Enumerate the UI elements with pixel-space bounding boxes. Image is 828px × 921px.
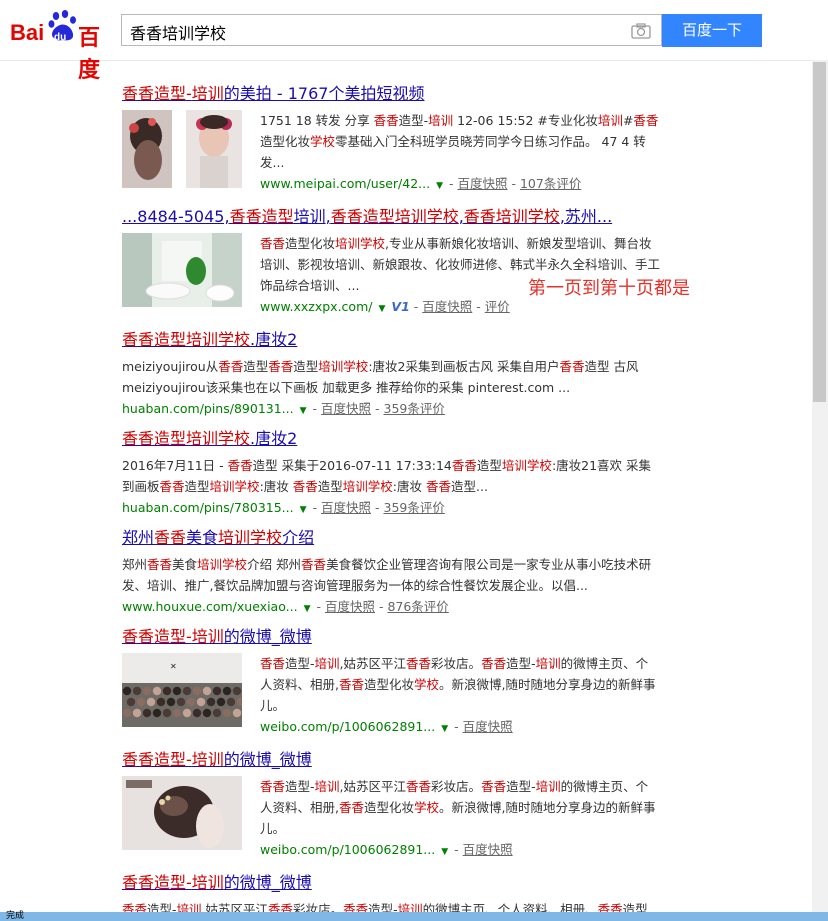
- result-abstract: 2016年7月11日 - 香香造型 采集于2016-07-11 17:33:14…: [122, 458, 652, 494]
- search-result: 香香造型-培训的微博_微博 香香造型-培训,姑苏区平江香香彩妆店。香香造型-培训的…: [122, 873, 682, 917]
- result-text: meiziyoujirou从香香造型香香造型培训学校:唐妆2采集到画板古风 采集…: [122, 356, 662, 422]
- result-url-line: huaban.com/pins/780315... ▼ - 百度快照 - 359条评…: [122, 497, 662, 521]
- search-input[interactable]: 香香培训学校: [130, 20, 226, 44]
- separator: -: [312, 401, 322, 416]
- result-url-line: weibo.com/p/1006062891... ▼ - 百度快照: [260, 716, 660, 740]
- separator: -: [371, 500, 384, 515]
- result-title-link[interactable]: 郑州香香美食培训学校介绍: [122, 528, 682, 548]
- separator: -: [374, 599, 388, 614]
- annotation-text: 第一页到第十页都是: [528, 278, 690, 299]
- snapshot-link[interactable]: 百度快照: [325, 599, 375, 614]
- logo-text: Bai: [10, 20, 45, 45]
- search-result: 郑州香香美食培训学校介绍郑州香香美食培训学校介绍 郑州香香美食餐饮企业管理咨询有…: [122, 528, 682, 614]
- snapshot-link[interactable]: 百度快照: [458, 176, 508, 191]
- snapshot-link[interactable]: 百度快照: [321, 500, 371, 515]
- search-result: 香香造型-培训的微博_微博 香香造型-培训,姑苏区平江香香彩妆店。香香造型-培训…: [122, 750, 682, 857]
- search-result: 香香造型培训学校.唐妆2 meiziyoujirou从香香造型香香造型培训学校:唐…: [122, 330, 682, 416]
- status-text: 完成: [6, 911, 25, 921]
- result-url-line: www.meipai.com/user/42... ▼ - 百度快照 - 107条评…: [260, 173, 660, 197]
- result-abstract: 香香造型-培训,姑苏区平江香香彩妆店。香香造型-培训的微博主页、个人资料、相册,…: [260, 656, 656, 713]
- result-url[interactable]: www.houxue.com/xuexiao...: [122, 599, 298, 614]
- result-title-link[interactable]: 香香造型培训学校.唐妆2: [122, 330, 682, 350]
- result-url-line: www.houxue.com/xuexiao... ▼ - 百度快照 - 876条评…: [122, 596, 662, 620]
- logo-text-cn: 百度: [78, 25, 101, 82]
- result-title-link[interactable]: 香香造型-培训的微博_微博: [122, 873, 682, 893]
- result-abstract: 香香造型-培训,姑苏区平江香香彩妆店。香香造型-培训的微博主页、个人资料、相册,…: [260, 779, 656, 836]
- reviews-link[interactable]: 359条评价: [384, 500, 445, 515]
- result-url[interactable]: weibo.com/p/1006062891...: [260, 719, 435, 734]
- dropdown-arrow-icon[interactable]: ▼: [441, 724, 448, 734]
- result-text: 1751 18 转发 分享 香香造型-培训 12-06 15:52 #专业化妆培…: [260, 110, 660, 197]
- header: Bai du 百度 香香培训学校 百度一下: [0, 0, 828, 82]
- separator: -: [454, 719, 463, 734]
- result-title-link[interactable]: 香香造型-培训的美拍 - 1767个美拍短视频: [122, 84, 682, 104]
- result-text: 郑州香香美食培训学校介绍 郑州香香美食餐饮企业管理咨询有限公司是一家专业从事小吃…: [122, 554, 662, 620]
- camera-icon[interactable]: [631, 23, 651, 39]
- snapshot-link[interactable]: 百度快照: [321, 401, 371, 416]
- separator: -: [472, 299, 485, 314]
- snapshot-link[interactable]: 百度快照: [463, 842, 513, 857]
- result-url[interactable]: weibo.com/p/1006062891...: [260, 842, 435, 857]
- verified-badge-icon[interactable]: V1: [391, 299, 409, 314]
- separator: -: [312, 500, 322, 515]
- separator: -: [454, 842, 463, 857]
- status-bar: [0, 912, 828, 921]
- result-url[interactable]: www.meipai.com/user/42...: [260, 176, 430, 191]
- result-abstract: meiziyoujirou从香香造型香香造型培训学校:唐妆2采集到画板古风 采集…: [122, 359, 639, 395]
- svg-text:✕: ✕: [170, 662, 177, 671]
- result-thumbnail[interactable]: ✕: [122, 653, 246, 731]
- result-url[interactable]: huaban.com/pins/890131...: [122, 401, 294, 416]
- separator: -: [316, 599, 325, 614]
- result-url[interactable]: huaban.com/pins/780315...: [122, 500, 294, 515]
- dropdown-arrow-icon[interactable]: ▼: [378, 304, 385, 314]
- result-url-line: weibo.com/p/1006062891... ▼ - 百度快照: [260, 839, 660, 863]
- result-url-line: huaban.com/pins/890131... ▼ - 百度快照 - 359条评…: [122, 398, 662, 422]
- search-result: ...8484-5045,香香造型培训,香香造型培训学校,香香培训学校,苏州..…: [122, 207, 682, 314]
- paw-text: du: [54, 32, 67, 43]
- dropdown-arrow-icon[interactable]: ▼: [300, 505, 307, 515]
- reviews-link[interactable]: 359条评价: [384, 401, 445, 416]
- separator: -: [449, 176, 458, 191]
- result-thumbnail[interactable]: [122, 110, 242, 192]
- reviews-link[interactable]: 107条评价: [520, 176, 581, 191]
- reviews-link[interactable]: 评价: [485, 299, 510, 314]
- dropdown-arrow-icon[interactable]: ▼: [304, 604, 311, 614]
- scrollbar-thumb[interactable]: [813, 62, 826, 402]
- result-abstract: 郑州香香美食培训学校介绍 郑州香香美食餐饮企业管理咨询有限公司是一家专业从事小吃…: [122, 557, 652, 593]
- result-abstract: 1751 18 转发 分享 香香造型-培训 12-06 15:52 #专业化妆培…: [260, 113, 659, 170]
- result-title-link[interactable]: 香香造型-培训的微博_微博: [122, 750, 682, 770]
- result-thumbnail[interactable]: [122, 233, 242, 311]
- result-thumbnail[interactable]: [122, 776, 242, 854]
- dropdown-arrow-icon[interactable]: ▼: [441, 847, 448, 857]
- search-result: 香香造型-培训的美拍 - 1767个美拍短视频 1751 18 转发 分享 香香…: [122, 84, 682, 191]
- dropdown-arrow-icon[interactable]: ▼: [436, 181, 443, 191]
- snapshot-link[interactable]: 百度快照: [422, 299, 472, 314]
- search-result: 香香造型-培训的微博_微博 ✕ 香香造型-培训,姑苏区平江香香彩妆店。香香造型-培…: [122, 627, 682, 734]
- search-button[interactable]: 百度一下: [662, 14, 762, 47]
- search-result: 香香造型培训学校.唐妆2 2016年7月11日 - 香香造型 采集于2016-07…: [122, 429, 682, 515]
- separator: -: [413, 299, 423, 314]
- dropdown-arrow-icon[interactable]: ▼: [300, 406, 307, 416]
- search-box[interactable]: 香香培训学校: [121, 14, 662, 46]
- result-text: 香香造型-培训,姑苏区平江香香彩妆店。香香造型-培训的微博主页、个人资料、相册,…: [260, 776, 660, 863]
- result-title-link[interactable]: ...8484-5045,香香造型培训,香香造型培训学校,香香培训学校,苏州..…: [122, 207, 682, 227]
- separator: -: [507, 176, 520, 191]
- separator: -: [371, 401, 384, 416]
- baidu-logo[interactable]: Bai du 百度: [10, 10, 116, 82]
- result-title-link[interactable]: 香香造型培训学校.唐妆2: [122, 429, 682, 449]
- snapshot-link[interactable]: 百度快照: [463, 719, 513, 734]
- result-url[interactable]: www.xxzxpx.com/: [260, 299, 372, 314]
- reviews-link[interactable]: 876条评价: [387, 599, 448, 614]
- result-title-link[interactable]: 香香造型-培训的微博_微博: [122, 627, 682, 647]
- result-text: 香香造型-培训,姑苏区平江香香彩妆店。香香造型-培训的微博主页、个人资料、相册,…: [260, 653, 660, 740]
- result-text: 2016年7月11日 - 香香造型 采集于2016-07-11 17:33:14…: [122, 455, 662, 521]
